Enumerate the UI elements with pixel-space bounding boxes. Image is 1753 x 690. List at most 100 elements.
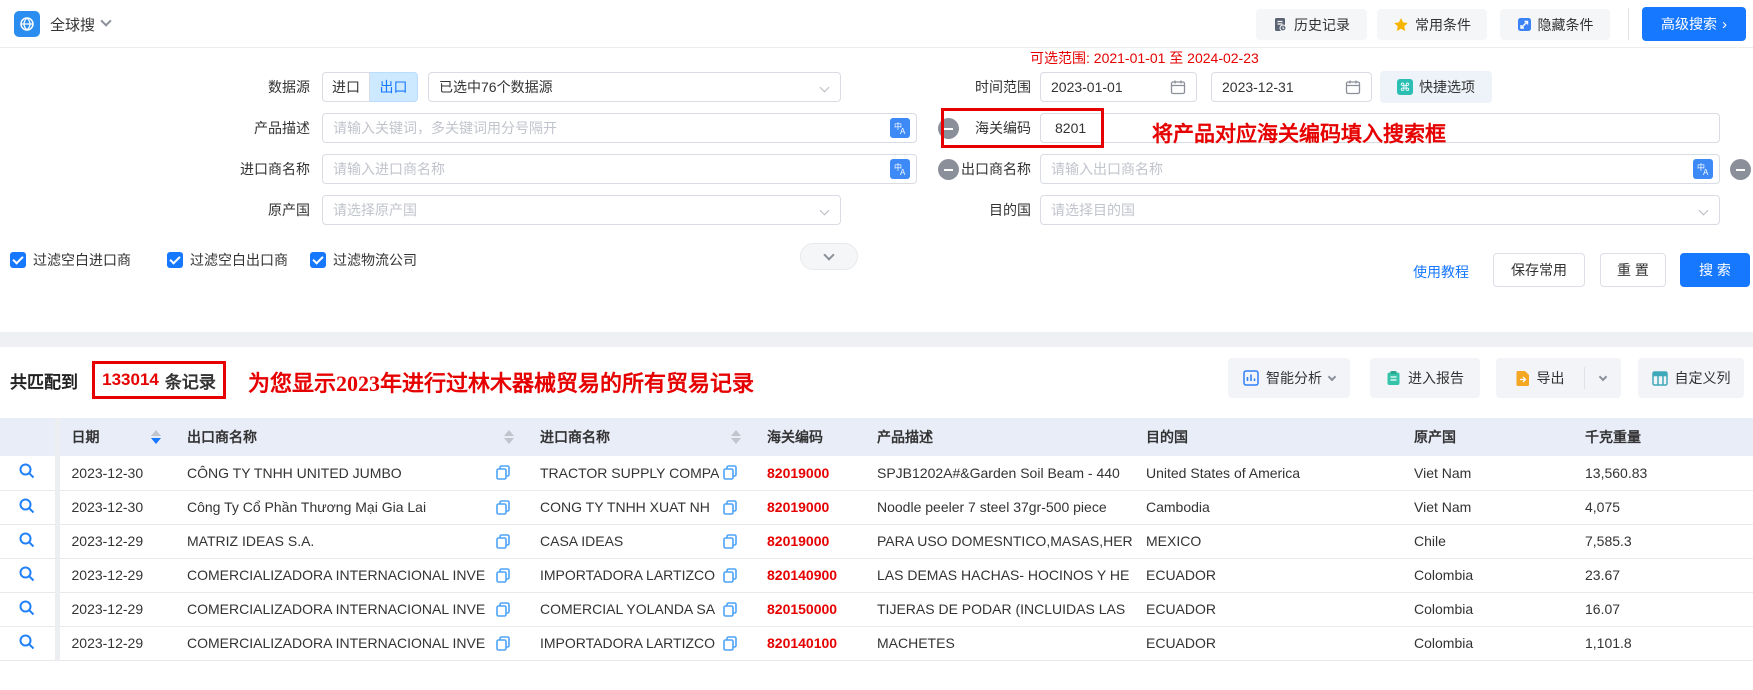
filter-blank-importer-checkbox[interactable]: 过滤空白进口商	[10, 250, 131, 270]
tutorial-link[interactable]: 使用教程	[1413, 262, 1469, 282]
exclude-keyword-icon[interactable]	[1730, 159, 1751, 180]
copy-icon[interactable]	[496, 568, 510, 583]
cell-weight-kg: 16.07	[1573, 592, 1753, 626]
magnifier-icon[interactable]	[18, 531, 36, 549]
favorites-button[interactable]: 常用条件	[1377, 9, 1487, 40]
product-desc-field[interactable]	[323, 115, 890, 141]
collapse-panel-button[interactable]	[800, 243, 858, 270]
copy-icon[interactable]	[496, 500, 510, 515]
row-detail-button[interactable]	[0, 592, 57, 626]
table-header-1[interactable]: 出口商名称	[175, 418, 528, 456]
cell-exporter: COMERCIALIZADORA INTERNACIONAL INVE	[175, 626, 528, 660]
sort-icon[interactable]	[731, 430, 741, 444]
company-name: TRACTOR SUPPLY COMPA	[540, 465, 719, 481]
date-range-hint: 可选范围: 2021-01-01 至 2024-02-23	[1030, 48, 1259, 68]
start-date-value[interactable]	[1041, 74, 1170, 100]
cell-exporter: COMERCIALIZADORA INTERNACIONAL INVE	[175, 558, 528, 592]
copy-icon[interactable]	[496, 465, 510, 480]
cell-exporter: MATRIZ IDEAS S.A.	[175, 524, 528, 558]
company-name: CÔNG TY TNHH UNITED JUMBO	[187, 465, 402, 481]
copy-icon[interactable]	[496, 636, 510, 651]
destination-country-select[interactable]: 请选择目的国	[1040, 195, 1720, 225]
copy-icon[interactable]	[723, 534, 737, 549]
copy-icon[interactable]	[723, 636, 737, 651]
sort-icon[interactable]	[504, 430, 514, 444]
svg-text:A: A	[900, 127, 906, 135]
company-name: IMPORTADORA LARTIZCO	[540, 635, 715, 651]
exporter-input[interactable]: 中A	[1040, 154, 1720, 184]
row-detail-button[interactable]	[0, 524, 57, 558]
cell-importer: IMPORTADORA LARTIZCO	[528, 558, 755, 592]
magnifier-icon[interactable]	[18, 462, 36, 480]
cell-date: 2023-12-29	[57, 626, 175, 660]
company-name: MATRIZ IDEAS S.A.	[187, 533, 314, 549]
chevron-down-icon	[1599, 372, 1607, 380]
command-icon: ⌘	[1397, 79, 1413, 95]
row-detail-button[interactable]	[0, 490, 57, 524]
custom-columns-button[interactable]: 自定义列	[1638, 358, 1744, 398]
calendar-icon	[1170, 79, 1186, 95]
company-name: COMERCIAL YOLANDA SA	[540, 601, 715, 617]
translate-icon[interactable]: 中A	[890, 118, 910, 138]
cell-hs-code: 82019000	[755, 524, 865, 558]
advanced-search-button[interactable]: 高级搜索 ›	[1642, 7, 1746, 41]
exporter-field[interactable]	[1041, 156, 1693, 182]
end-date-value[interactable]	[1212, 74, 1345, 100]
cell-weight-kg: 23.67	[1573, 558, 1753, 592]
filter-blank-exporter-checkbox[interactable]: 过滤空白出口商	[167, 250, 288, 270]
cell-origin: Chile	[1402, 524, 1573, 558]
calendar-icon	[1345, 79, 1361, 95]
quick-options-button[interactable]: ⌘ 快捷选项	[1380, 71, 1492, 103]
copy-icon[interactable]	[723, 500, 737, 515]
chevron-down-icon[interactable]	[100, 15, 111, 26]
table-header-2[interactable]: 进口商名称	[528, 418, 755, 456]
enter-report-button[interactable]: 进入报告	[1370, 358, 1480, 398]
copy-icon[interactable]	[723, 568, 737, 583]
reset-button[interactable]: 重 置	[1600, 253, 1666, 287]
magnifier-icon[interactable]	[18, 497, 36, 515]
chevron-down-icon	[820, 205, 830, 215]
export-button[interactable]: 导出	[1496, 368, 1584, 388]
company-name: CASA IDEAS	[540, 533, 623, 549]
company-name: IMPORTADORA LARTIZCO	[540, 567, 715, 583]
table-header-0[interactable]: 日期	[57, 418, 175, 456]
copy-icon[interactable]	[723, 465, 737, 480]
table-row: 2023-12-29COMERCIALIZADORA INTERNACIONAL…	[0, 558, 1753, 592]
search-button[interactable]: 搜 索	[1680, 253, 1750, 287]
history-button[interactable]: 历史记录	[1256, 9, 1367, 40]
top-bar: 全球搜 历史记录 常用条件 隐藏条件 高级搜索 ›	[0, 0, 1753, 48]
magnifier-icon[interactable]	[18, 633, 36, 651]
importer-input[interactable]: 中A	[322, 154, 917, 184]
divider	[1628, 8, 1629, 40]
cell-origin: Colombia	[1402, 592, 1573, 626]
row-detail-button[interactable]	[0, 558, 57, 592]
importer-field[interactable]	[323, 156, 890, 182]
origin-country-select[interactable]: 请选择原产国	[322, 195, 841, 225]
sort-icon[interactable]	[151, 430, 161, 444]
row-detail-button[interactable]	[0, 456, 57, 490]
save-common-button[interactable]: 保存常用	[1493, 253, 1585, 287]
column-label: 日期	[72, 427, 100, 447]
history-icon	[1273, 17, 1288, 32]
translate-icon[interactable]: 中A	[1693, 159, 1713, 179]
chevron-down-icon	[823, 249, 834, 260]
magnifier-icon[interactable]	[18, 565, 36, 583]
cell-description: SPJB1202A#&Garden Soil Beam - 440	[865, 456, 1134, 490]
product-desc-input[interactable]: 中A	[322, 113, 917, 143]
copy-icon[interactable]	[723, 602, 737, 617]
start-date-input[interactable]	[1040, 72, 1197, 102]
translate-icon[interactable]: 中A	[890, 159, 910, 179]
magnifier-icon[interactable]	[18, 599, 36, 617]
datasource-select[interactable]: 已选中76个数据源	[428, 72, 841, 102]
hide-conditions-button[interactable]: 隐藏条件	[1500, 9, 1610, 40]
copy-icon[interactable]	[496, 602, 510, 617]
end-date-input[interactable]	[1211, 72, 1372, 102]
row-detail-button[interactable]	[0, 626, 57, 660]
copy-icon[interactable]	[496, 534, 510, 549]
import-toggle[interactable]: 进口	[322, 72, 370, 102]
filter-logistics-checkbox[interactable]: 过滤物流公司	[310, 250, 417, 270]
export-dropdown-button[interactable]	[1585, 377, 1621, 380]
cell-destination: United States of America	[1134, 456, 1402, 490]
export-toggle[interactable]: 出口	[370, 72, 418, 102]
smart-analysis-button[interactable]: 智能分析	[1228, 358, 1350, 398]
